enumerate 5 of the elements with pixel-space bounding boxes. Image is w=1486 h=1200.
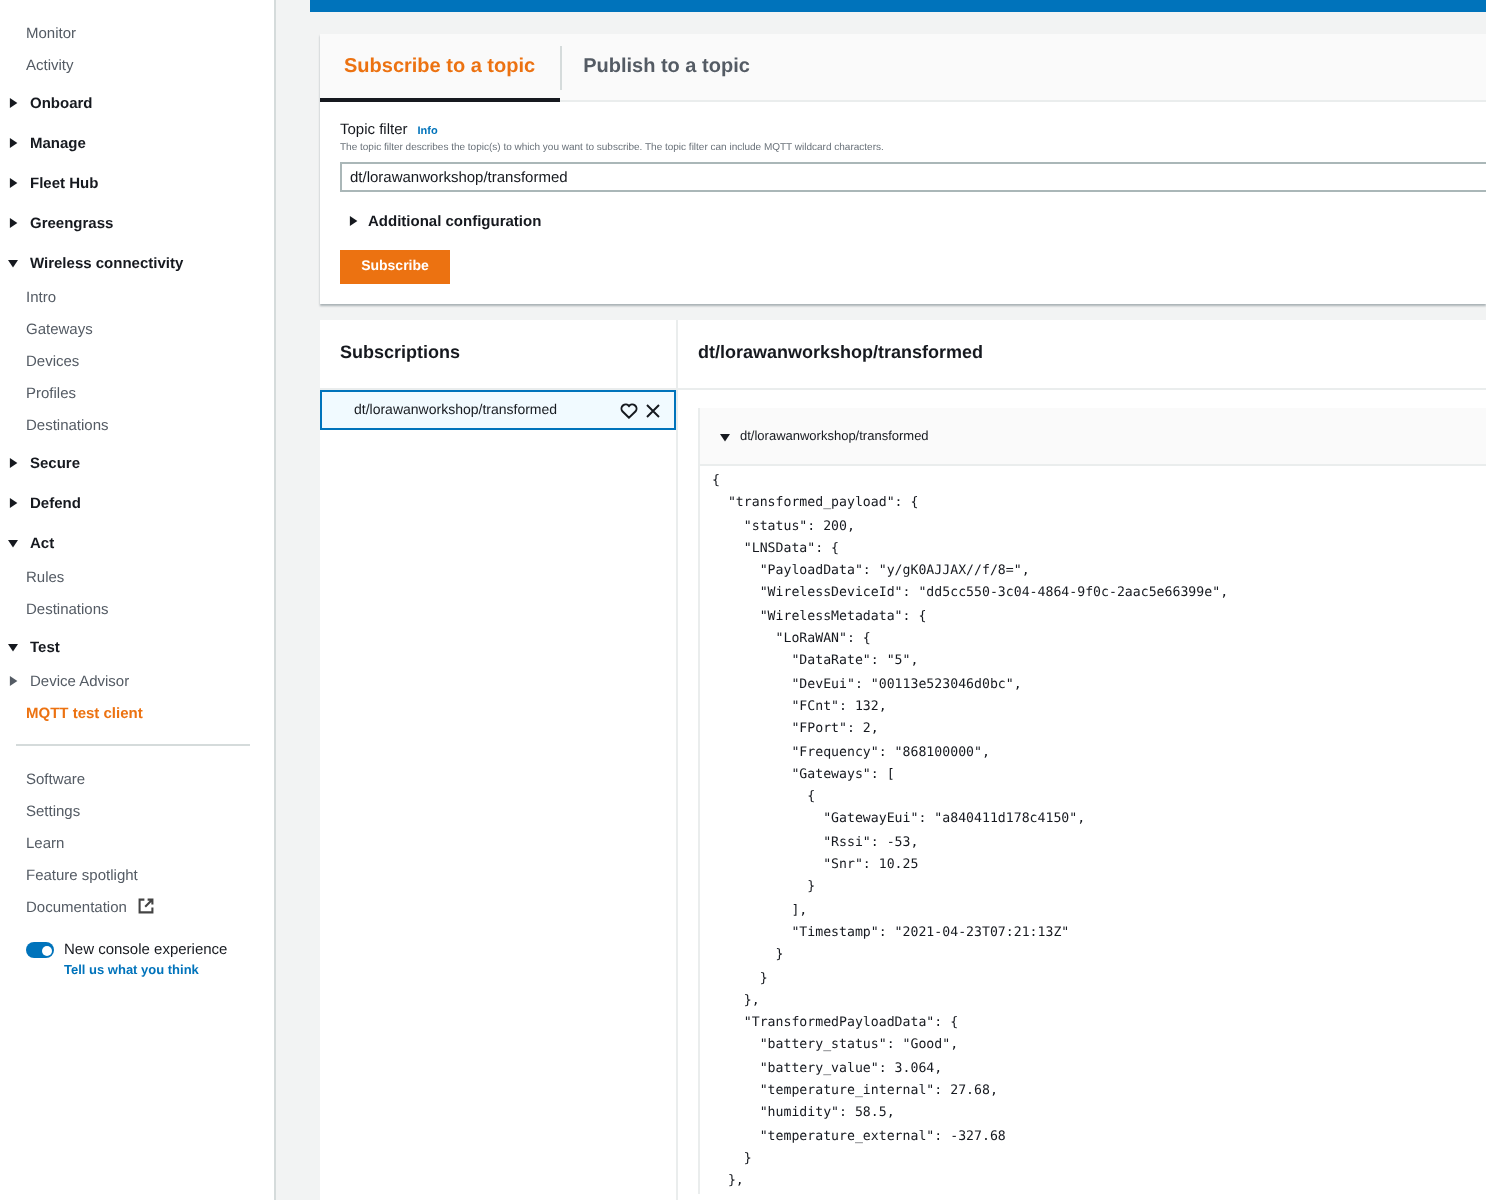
tab[interactable]: Publish to a topic: [559, 45, 772, 89]
heart-icon[interactable]: [620, 401, 638, 419]
panel-title: dt/lorawanworkshop/transformed: [678, 320, 1486, 390]
toggle-switch[interactable]: [26, 942, 54, 958]
close-icon[interactable]: [644, 401, 662, 419]
